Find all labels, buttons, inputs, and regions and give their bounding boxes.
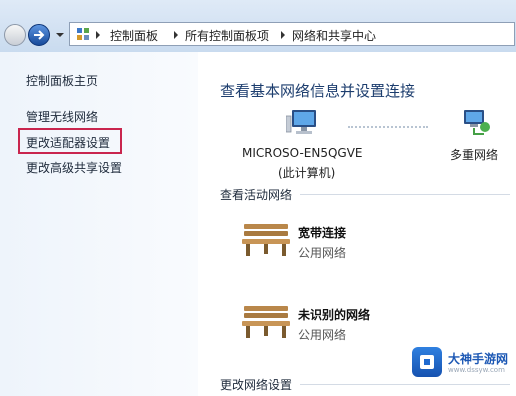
computer-name: MICROSO-EN5QGVE — [242, 146, 363, 160]
network-type-link[interactable]: 公用网络 — [298, 326, 346, 343]
recent-pages-dropdown[interactable] — [56, 33, 64, 37]
watermark-name: 大神手游网 — [448, 352, 509, 366]
back-button[interactable] — [4, 24, 26, 46]
breadcrumb-control-panel[interactable]: 控制面板 — [110, 27, 158, 44]
section-divider — [300, 194, 510, 195]
breadcrumb-separator[interactable] — [281, 31, 285, 39]
public-network-bench-icon — [242, 224, 290, 256]
active-networks-heading: 查看活动网络 — [220, 188, 293, 202]
arrow-right-icon — [34, 30, 45, 40]
control-panel-icon — [77, 28, 89, 40]
multiple-networks-label[interactable]: 多重网络 — [450, 146, 498, 163]
network-name: 宽带连接 — [298, 226, 347, 240]
left-nav-pane: 控制面板主页 管理无线网络 更改适配器设置 更改高级共享设置 — [0, 52, 198, 396]
nav-change-advanced-sharing[interactable]: 更改高级共享设置 — [26, 159, 122, 176]
page-title: 查看基本网络信息并设置连接 — [220, 82, 416, 100]
title-bar: 控制面板 所有控制面板项 网络和共享中心 — [0, 0, 516, 52]
watermark-logo-icon — [412, 347, 442, 377]
computer-subtitle: (此计算机) — [278, 166, 336, 180]
change-settings-heading: 更改网络设置 — [220, 378, 293, 392]
breadcrumb-separator[interactable] — [96, 31, 100, 39]
network-type-link[interactable]: 公用网络 — [298, 244, 346, 261]
site-watermark: 大神手游网 www.dssyw.com — [412, 347, 512, 377]
forward-button[interactable] — [28, 24, 50, 46]
main-content: 查看基本网络信息并设置连接 MICROSO-EN5QGVE (此计算机) 多重网… — [198, 52, 516, 396]
breadcrumb-all-items[interactable]: 所有控制面板项 — [185, 27, 269, 44]
adapter-settings-highlight — [18, 128, 122, 154]
section-divider — [300, 384, 510, 385]
public-network-bench-icon — [242, 306, 290, 338]
breadcrumb-network-center[interactable]: 网络和共享中心 — [292, 27, 376, 44]
multiple-networks-icon[interactable] — [460, 106, 492, 138]
network-name: 未识别的网络 — [298, 308, 371, 322]
computer-icon[interactable] — [286, 106, 320, 140]
network-map-connector — [348, 126, 428, 128]
nav-control-panel-home[interactable]: 控制面板主页 — [26, 72, 98, 89]
nav-manage-wireless[interactable]: 管理无线网络 — [26, 108, 98, 125]
address-bar[interactable]: 控制面板 所有控制面板项 网络和共享中心 — [69, 22, 515, 46]
breadcrumb-separator[interactable] — [174, 31, 178, 39]
watermark-site: www.dssyw.com — [448, 366, 505, 374]
